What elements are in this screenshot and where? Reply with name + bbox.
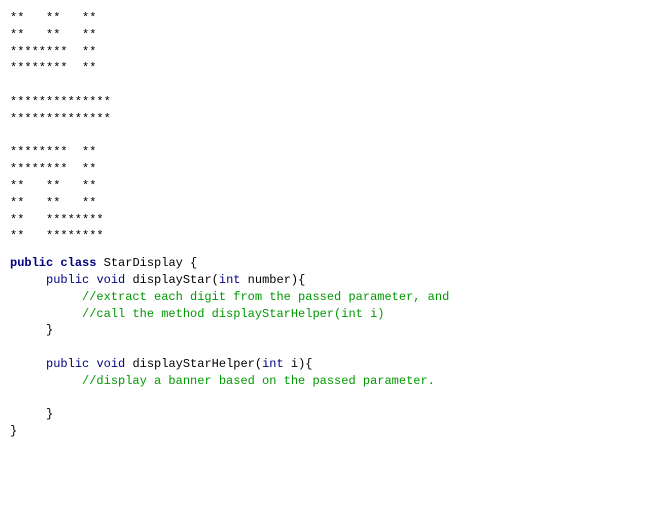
keyword-int: int	[262, 357, 284, 371]
keyword-int: int	[219, 273, 241, 287]
ascii-star-art: ** ** ** ** ** ** ******** ** ******** *…	[10, 10, 643, 245]
method1-sig-b: number){	[240, 273, 305, 287]
keyword-public: public	[46, 357, 89, 371]
brace-close: }	[46, 407, 53, 421]
comment-line: //call the method displayStarHelper(int …	[82, 307, 384, 321]
code-listing: public class StarDisplay { public void d…	[10, 255, 643, 440]
keyword-void: void	[96, 273, 125, 287]
class-decl: StarDisplay {	[96, 256, 197, 270]
brace-close: }	[10, 424, 17, 438]
method2-sig-b: i){	[284, 357, 313, 371]
keyword-public: public	[10, 256, 53, 270]
method1-sig-a: displayStar(	[125, 273, 219, 287]
keyword-void: void	[96, 357, 125, 371]
comment-line: //extract each digit from the passed par…	[82, 290, 449, 304]
brace-close: }	[46, 323, 53, 337]
keyword-public: public	[46, 273, 89, 287]
keyword-class: class	[60, 256, 96, 270]
method2-sig-a: displayStarHelper(	[125, 357, 262, 371]
comment-line: //display a banner based on the passed p…	[82, 374, 435, 388]
